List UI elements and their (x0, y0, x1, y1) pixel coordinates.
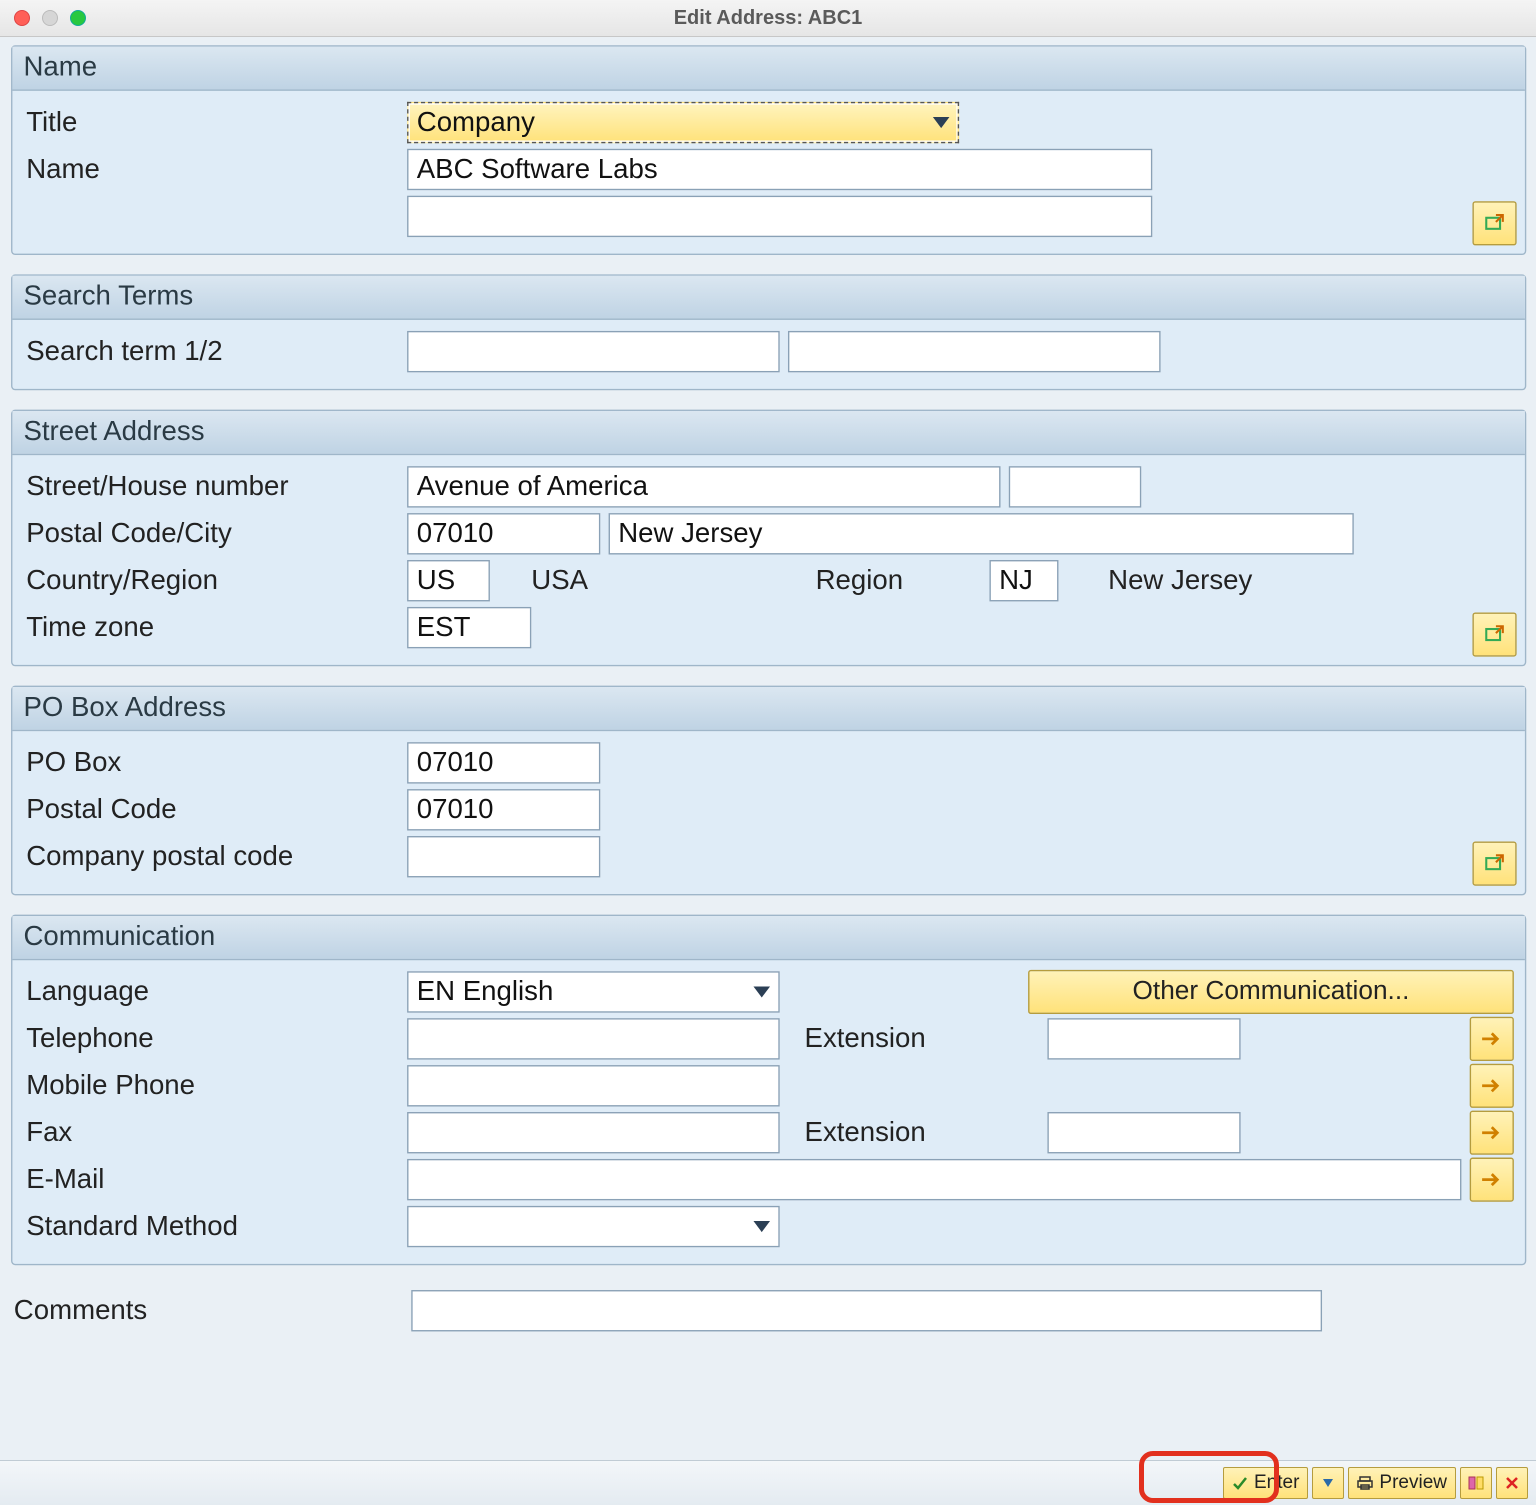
telephone-more-button[interactable] (1470, 1017, 1514, 1061)
content: Name Title Company Name (0, 37, 1536, 1340)
search-term1-input[interactable] (407, 331, 780, 372)
name-input[interactable] (407, 149, 1152, 190)
search-term-label: Search term 1/2 (23, 336, 398, 368)
group-communication: Communication Language EN English Other … (11, 915, 1526, 1266)
funnel-down-icon (1322, 1477, 1334, 1489)
email-more-button[interactable] (1470, 1158, 1514, 1202)
country-text: USA (498, 565, 807, 597)
chevron-down-icon (753, 1221, 770, 1232)
postal-city-label: Postal Code/City (23, 518, 398, 550)
country-region-label: Country/Region (23, 565, 398, 597)
language-select[interactable]: EN English (407, 971, 780, 1012)
cancel-button[interactable] (1496, 1467, 1528, 1499)
language-select-value: EN English (417, 976, 554, 1008)
enter-button-label: Enter (1254, 1472, 1299, 1494)
telephone-ext-input[interactable] (1047, 1018, 1240, 1059)
postal-code-input[interactable] (407, 513, 600, 554)
fax-label: Fax (23, 1117, 398, 1149)
layout-icon (1468, 1475, 1484, 1491)
group-comm-header: Communication (12, 916, 1524, 960)
timezone-input[interactable] (407, 607, 531, 648)
telephone-input[interactable] (407, 1018, 780, 1059)
group-street-header: Street Address (12, 411, 1524, 455)
comments-row: Comments (11, 1285, 1526, 1332)
name-label: Name (23, 154, 398, 186)
region-label: Region (816, 565, 982, 597)
telephone-label: Telephone (23, 1023, 398, 1055)
country-input[interactable] (407, 560, 490, 601)
mobile-input[interactable] (407, 1065, 780, 1106)
preview-button[interactable]: Preview (1348, 1467, 1456, 1499)
window: Edit Address: ABC1 Name Title Company Na… (0, 0, 1536, 1505)
expand-name-button[interactable] (1472, 201, 1516, 245)
standard-method-label: Standard Method (23, 1211, 398, 1243)
preview-button-label: Preview (1379, 1472, 1447, 1494)
house-number-input[interactable] (1009, 466, 1141, 507)
close-icon (1505, 1476, 1519, 1490)
print-icon (1357, 1475, 1373, 1491)
region-text: New Jersey (1067, 565, 1253, 597)
company-postal-input[interactable] (407, 836, 600, 877)
mobile-more-button[interactable] (1470, 1064, 1514, 1108)
layout-button[interactable] (1460, 1467, 1492, 1499)
group-pobox-header: PO Box Address (12, 687, 1524, 731)
dropdown-button[interactable] (1312, 1467, 1344, 1499)
expand-street-button[interactable] (1472, 612, 1516, 656)
search-term2-input[interactable] (788, 331, 1161, 372)
telephone-ext-label: Extension (788, 1023, 1039, 1055)
arrow-right-icon (1481, 1171, 1503, 1188)
expand-icon (1484, 212, 1506, 234)
title-select[interactable]: Company (407, 102, 959, 143)
other-communication-button[interactable]: Other Communication... (1028, 970, 1514, 1014)
group-street-address: Street Address Street/House number Posta… (11, 410, 1526, 667)
group-search-terms: Search Terms Search term 1/2 (11, 274, 1526, 390)
pobox-input[interactable] (407, 742, 600, 783)
fax-ext-label: Extension (788, 1117, 1039, 1149)
arrow-right-icon (1481, 1078, 1503, 1095)
comments-label: Comments (11, 1295, 411, 1327)
chevron-down-icon (753, 986, 770, 997)
group-name-header: Name (12, 47, 1524, 91)
title-label: Title (23, 107, 398, 139)
street-label: Street/House number (23, 471, 398, 503)
group-search-header: Search Terms (12, 276, 1524, 320)
mobile-label: Mobile Phone (23, 1070, 398, 1102)
email-label: E-Mail (23, 1164, 398, 1196)
check-icon (1232, 1475, 1248, 1491)
pobox-postal-label: Postal Code (23, 794, 398, 826)
street-input[interactable] (407, 466, 1000, 507)
bottom-toolbar: Enter Preview (0, 1460, 1536, 1505)
arrow-right-icon (1481, 1031, 1503, 1048)
titlebar: Edit Address: ABC1 (0, 0, 1536, 37)
city-input[interactable] (609, 513, 1354, 554)
company-postal-label: Company postal code (23, 841, 398, 873)
standard-method-select[interactable] (407, 1206, 780, 1247)
comments-input[interactable] (411, 1290, 1322, 1331)
enter-button[interactable]: Enter (1223, 1467, 1308, 1499)
name2-input[interactable] (407, 196, 1152, 237)
expand-icon (1484, 853, 1506, 875)
arrow-right-icon (1481, 1124, 1503, 1141)
region-input[interactable] (989, 560, 1058, 601)
fax-more-button[interactable] (1470, 1111, 1514, 1155)
language-label: Language (23, 976, 398, 1008)
timezone-label: Time zone (23, 612, 398, 644)
pobox-postal-input[interactable] (407, 789, 600, 830)
fax-ext-input[interactable] (1047, 1112, 1240, 1153)
window-title: Edit Address: ABC1 (0, 7, 1536, 30)
other-communication-label: Other Communication... (1133, 977, 1410, 1007)
pobox-label: PO Box (23, 747, 398, 779)
group-pobox-address: PO Box Address PO Box Postal Code Compan… (11, 686, 1526, 896)
chevron-down-icon (933, 117, 950, 128)
expand-pobox-button[interactable] (1472, 842, 1516, 886)
expand-icon (1484, 624, 1506, 646)
group-name: Name Title Company Name (11, 45, 1526, 255)
title-select-value: Company (417, 107, 535, 139)
email-input[interactable] (407, 1159, 1461, 1200)
fax-input[interactable] (407, 1112, 780, 1153)
